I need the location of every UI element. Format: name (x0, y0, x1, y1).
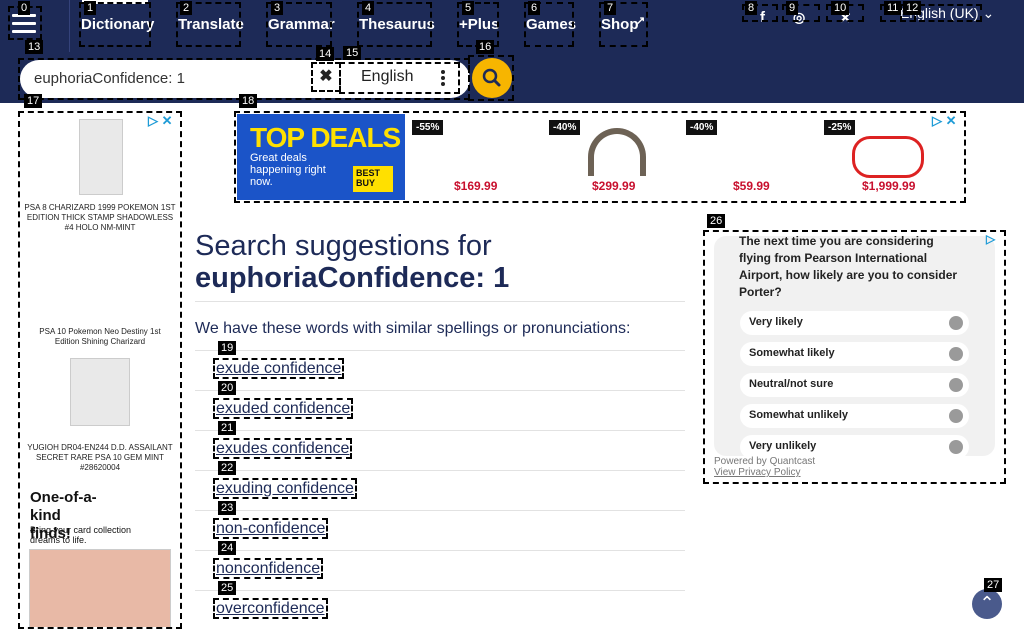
radio-icon (949, 347, 963, 361)
card-image[interactable] (70, 358, 130, 426)
suggestion-link[interactable]: overconfidence (213, 598, 328, 619)
marker-label: 26 (707, 214, 726, 228)
adchoices-icon[interactable]: ▷ ✕ (148, 113, 173, 129)
marker-label: 4 (362, 1, 375, 15)
suggestion-link[interactable]: non-confidence (213, 518, 329, 539)
marker-label: 16 (476, 40, 495, 54)
ad-subtitle: Great deals happening right now. (250, 152, 326, 188)
chevron-down-icon: ⌄ (982, 5, 995, 21)
marker-label: 23 (218, 501, 237, 515)
marker-label: 22 (218, 461, 237, 475)
deal-price[interactable]: $169.99 (454, 179, 497, 193)
back-to-top-button[interactable]: ⌃ (972, 589, 1002, 619)
results-intro: We have these words with similar spellin… (195, 320, 631, 337)
deal-discount: -40% (549, 120, 581, 135)
suggestion-link[interactable]: exuding confidence (213, 478, 357, 499)
marker-label: 25 (218, 581, 237, 595)
suggestion-link[interactable]: exuded confidence (213, 398, 354, 419)
marker-label: 27 (984, 578, 1003, 592)
marker-label: 2 (180, 1, 193, 15)
marker-label: 13 (25, 40, 44, 54)
marker-label: 18 (239, 94, 258, 108)
marker-label: 24 (218, 541, 237, 555)
marker-label: 0 (18, 1, 31, 15)
deal-price[interactable]: $59.99 (733, 179, 770, 193)
nav-divider (69, 0, 70, 52)
marker-label: 12 (903, 1, 922, 15)
divider (195, 430, 685, 431)
ad-promo-subtitle[interactable]: Bring your card collection dreams to lif… (30, 525, 150, 545)
survey-option-label: Somewhat unlikely (749, 409, 849, 421)
radio-icon (949, 409, 963, 423)
marker-label: 17 (24, 94, 43, 108)
survey-option-label: Somewhat likely (749, 347, 835, 359)
marker-label: 20 (218, 381, 237, 395)
bestbuy-logo: BEST BUY (353, 166, 393, 192)
survey-option-label: Very likely (749, 316, 803, 328)
ad-card-text[interactable]: PSA 8 CHARIZARD 1999 POKEMON 1ST EDITION… (24, 203, 176, 233)
marker-label: 7 (604, 1, 617, 15)
adchoices-icon[interactable]: ▷ (986, 232, 995, 246)
deal-discount: -25% (824, 120, 856, 135)
marker-label: 1 (84, 1, 97, 15)
radio-icon (949, 378, 963, 392)
divider (195, 350, 685, 351)
survey-option-label: Very unlikely (749, 440, 817, 452)
privacy-policy-link[interactable]: View Privacy Policy (714, 467, 801, 478)
marker-label: 21 (218, 421, 237, 435)
radio-icon (949, 316, 963, 330)
divider (195, 510, 685, 511)
ad-photo[interactable] (29, 549, 171, 627)
marker-label: 9 (786, 1, 799, 15)
marker-label: 6 (528, 1, 541, 15)
chevron-up-icon: ⌃ (979, 593, 995, 613)
survey-option[interactable]: Somewhat unlikely (740, 404, 969, 428)
marker-label: 14 (316, 47, 335, 61)
divider (195, 301, 685, 302)
survey-option[interactable]: Neutral/not sure (740, 373, 969, 397)
divider (195, 390, 685, 391)
ad-card-text[interactable]: YUGIOH DR04-EN244 D.D. ASSAILANT SECRET … (24, 443, 176, 473)
card-image[interactable] (79, 119, 123, 195)
marker-label: 15 (343, 46, 362, 60)
suggestion-link[interactable]: exudes confidence (213, 438, 353, 459)
bestbuy-banner[interactable]: TOP DEALS Great deals happening right no… (237, 114, 405, 200)
radio-icon (949, 440, 963, 454)
deal-discount: -55% (412, 120, 444, 135)
divider (195, 470, 685, 471)
adchoices-icon[interactable]: ▷ ✕ (932, 113, 957, 129)
survey-option[interactable]: Very likely (740, 311, 969, 335)
marker-label: 10 (831, 1, 850, 15)
survey-option[interactable]: Somewhat likely (740, 342, 969, 366)
deal-price[interactable]: $299.99 (592, 179, 635, 193)
deal-price[interactable]: $1,999.99 (862, 179, 915, 193)
annotation-box (339, 62, 460, 94)
left-ad[interactable]: PSA 8 CHARIZARD 1999 POKEMON 1ST EDITION… (18, 111, 182, 629)
marker-label: 19 (218, 341, 237, 355)
marker-label: 8 (745, 1, 758, 15)
ad-card-text[interactable]: PSA 10 Pokemon Neo Destiny 1st Edition S… (30, 327, 170, 347)
survey-question: The next time you are considering flying… (739, 234, 958, 299)
page-title: Search suggestions for (195, 230, 492, 262)
divider (195, 590, 685, 591)
annotation-box (468, 55, 514, 101)
marker-label: 5 (462, 1, 475, 15)
suggestion-link[interactable]: nonconfidence (213, 558, 324, 579)
ebike-image[interactable] (852, 136, 924, 178)
page-title-query: euphoriaConfidence: 1 (195, 262, 510, 294)
deal-discount: -40% (686, 120, 718, 135)
survey-option-label: Neutral/not sure (749, 378, 834, 390)
ad-headline: TOP DEALS (250, 122, 401, 153)
marker-label: 3 (271, 1, 284, 15)
survey-powered-by: Powered by Quantcast (714, 456, 816, 467)
annotation-box (311, 62, 341, 92)
divider (195, 550, 685, 551)
suggestion-link[interactable]: exude confidence (213, 358, 345, 379)
marker-label: 11 (884, 1, 902, 15)
